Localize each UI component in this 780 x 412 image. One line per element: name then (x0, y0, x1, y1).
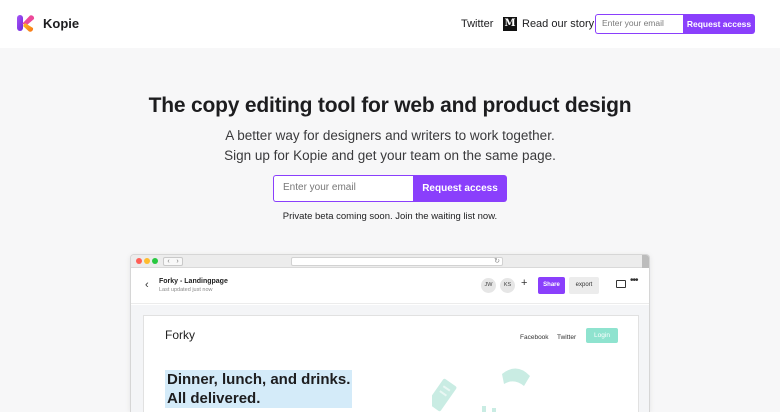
preview-link-facebook: Facebook (520, 334, 549, 341)
browser-chrome: ‹ › ↻ (131, 255, 649, 268)
comment-icon (616, 280, 626, 288)
document-updated: Last updated just now (159, 287, 213, 293)
top-nav: Kopie Twitter M Read our story Enter you… (0, 0, 780, 48)
avatar-ks: KS (500, 278, 515, 293)
editor-canvas: Forky Facebook Twitter Login Dinner, lun… (131, 305, 649, 412)
preview-login-button: Login (586, 328, 618, 343)
beta-note: Private beta coming soon. Join the waiti… (282, 211, 498, 222)
signup-form: Enter your email Request access (273, 175, 507, 202)
hero-email-input[interactable]: Enter your email (273, 175, 413, 202)
preview-page: Forky Facebook Twitter Login Dinner, lun… (143, 315, 639, 412)
brand[interactable]: Kopie (16, 13, 79, 33)
export-button: export (569, 277, 599, 294)
preview-brand: Forky (165, 328, 195, 342)
window-minimize-dot (144, 258, 150, 264)
reload-icon: ↻ (494, 258, 500, 265)
brand-name: Kopie (43, 15, 80, 31)
window-close-dot (136, 258, 142, 264)
hero-section: The copy editing tool for web and produc… (0, 48, 780, 412)
headline-line-1: Dinner, lunch, and drinks. (165, 370, 353, 389)
hero-title: The copy editing tool for web and produc… (148, 94, 632, 117)
preview-link-twitter: Twitter (557, 334, 577, 341)
document-title: Forky - Landingpage (159, 278, 228, 285)
url-bar: ↻ (291, 257, 503, 266)
nav-link-twitter[interactable]: Twitter (461, 18, 493, 30)
plus-icon: + (521, 277, 528, 289)
preview-headline: Dinner, lunch, and drinks. All delivered… (165, 370, 353, 408)
browser-nav-arrows-icon: ‹ › (163, 257, 183, 266)
nav-request-access-button[interactable]: Request access (683, 14, 755, 34)
nav-link-read-our-story[interactable]: Read our story (522, 18, 594, 30)
more-icon: ••• (630, 275, 638, 286)
avatar-jw: JW (481, 278, 496, 293)
nav-email-input[interactable]: Enter your email (595, 14, 683, 34)
food-illustration-icon (432, 368, 530, 412)
window-zoom-dot (152, 258, 158, 264)
headline-line-2: All delivered. (165, 389, 353, 408)
share-button: Share (538, 277, 565, 294)
kopie-logo-icon (17, 15, 35, 32)
hero-subtitle: A better way for designers and writers t… (224, 128, 556, 163)
medium-logo-icon[interactable]: M (503, 17, 517, 31)
back-arrow-icon: ‹ (145, 279, 149, 291)
product-screenshot: ‹ › ↻ ‹ Forky - Landingpage Last updated … (130, 254, 650, 412)
scrollbar (642, 255, 649, 268)
hero-request-access-button[interactable]: Request access (413, 175, 507, 202)
editor-toolbar: ‹ Forky - Landingpage Last updated just … (131, 269, 649, 304)
